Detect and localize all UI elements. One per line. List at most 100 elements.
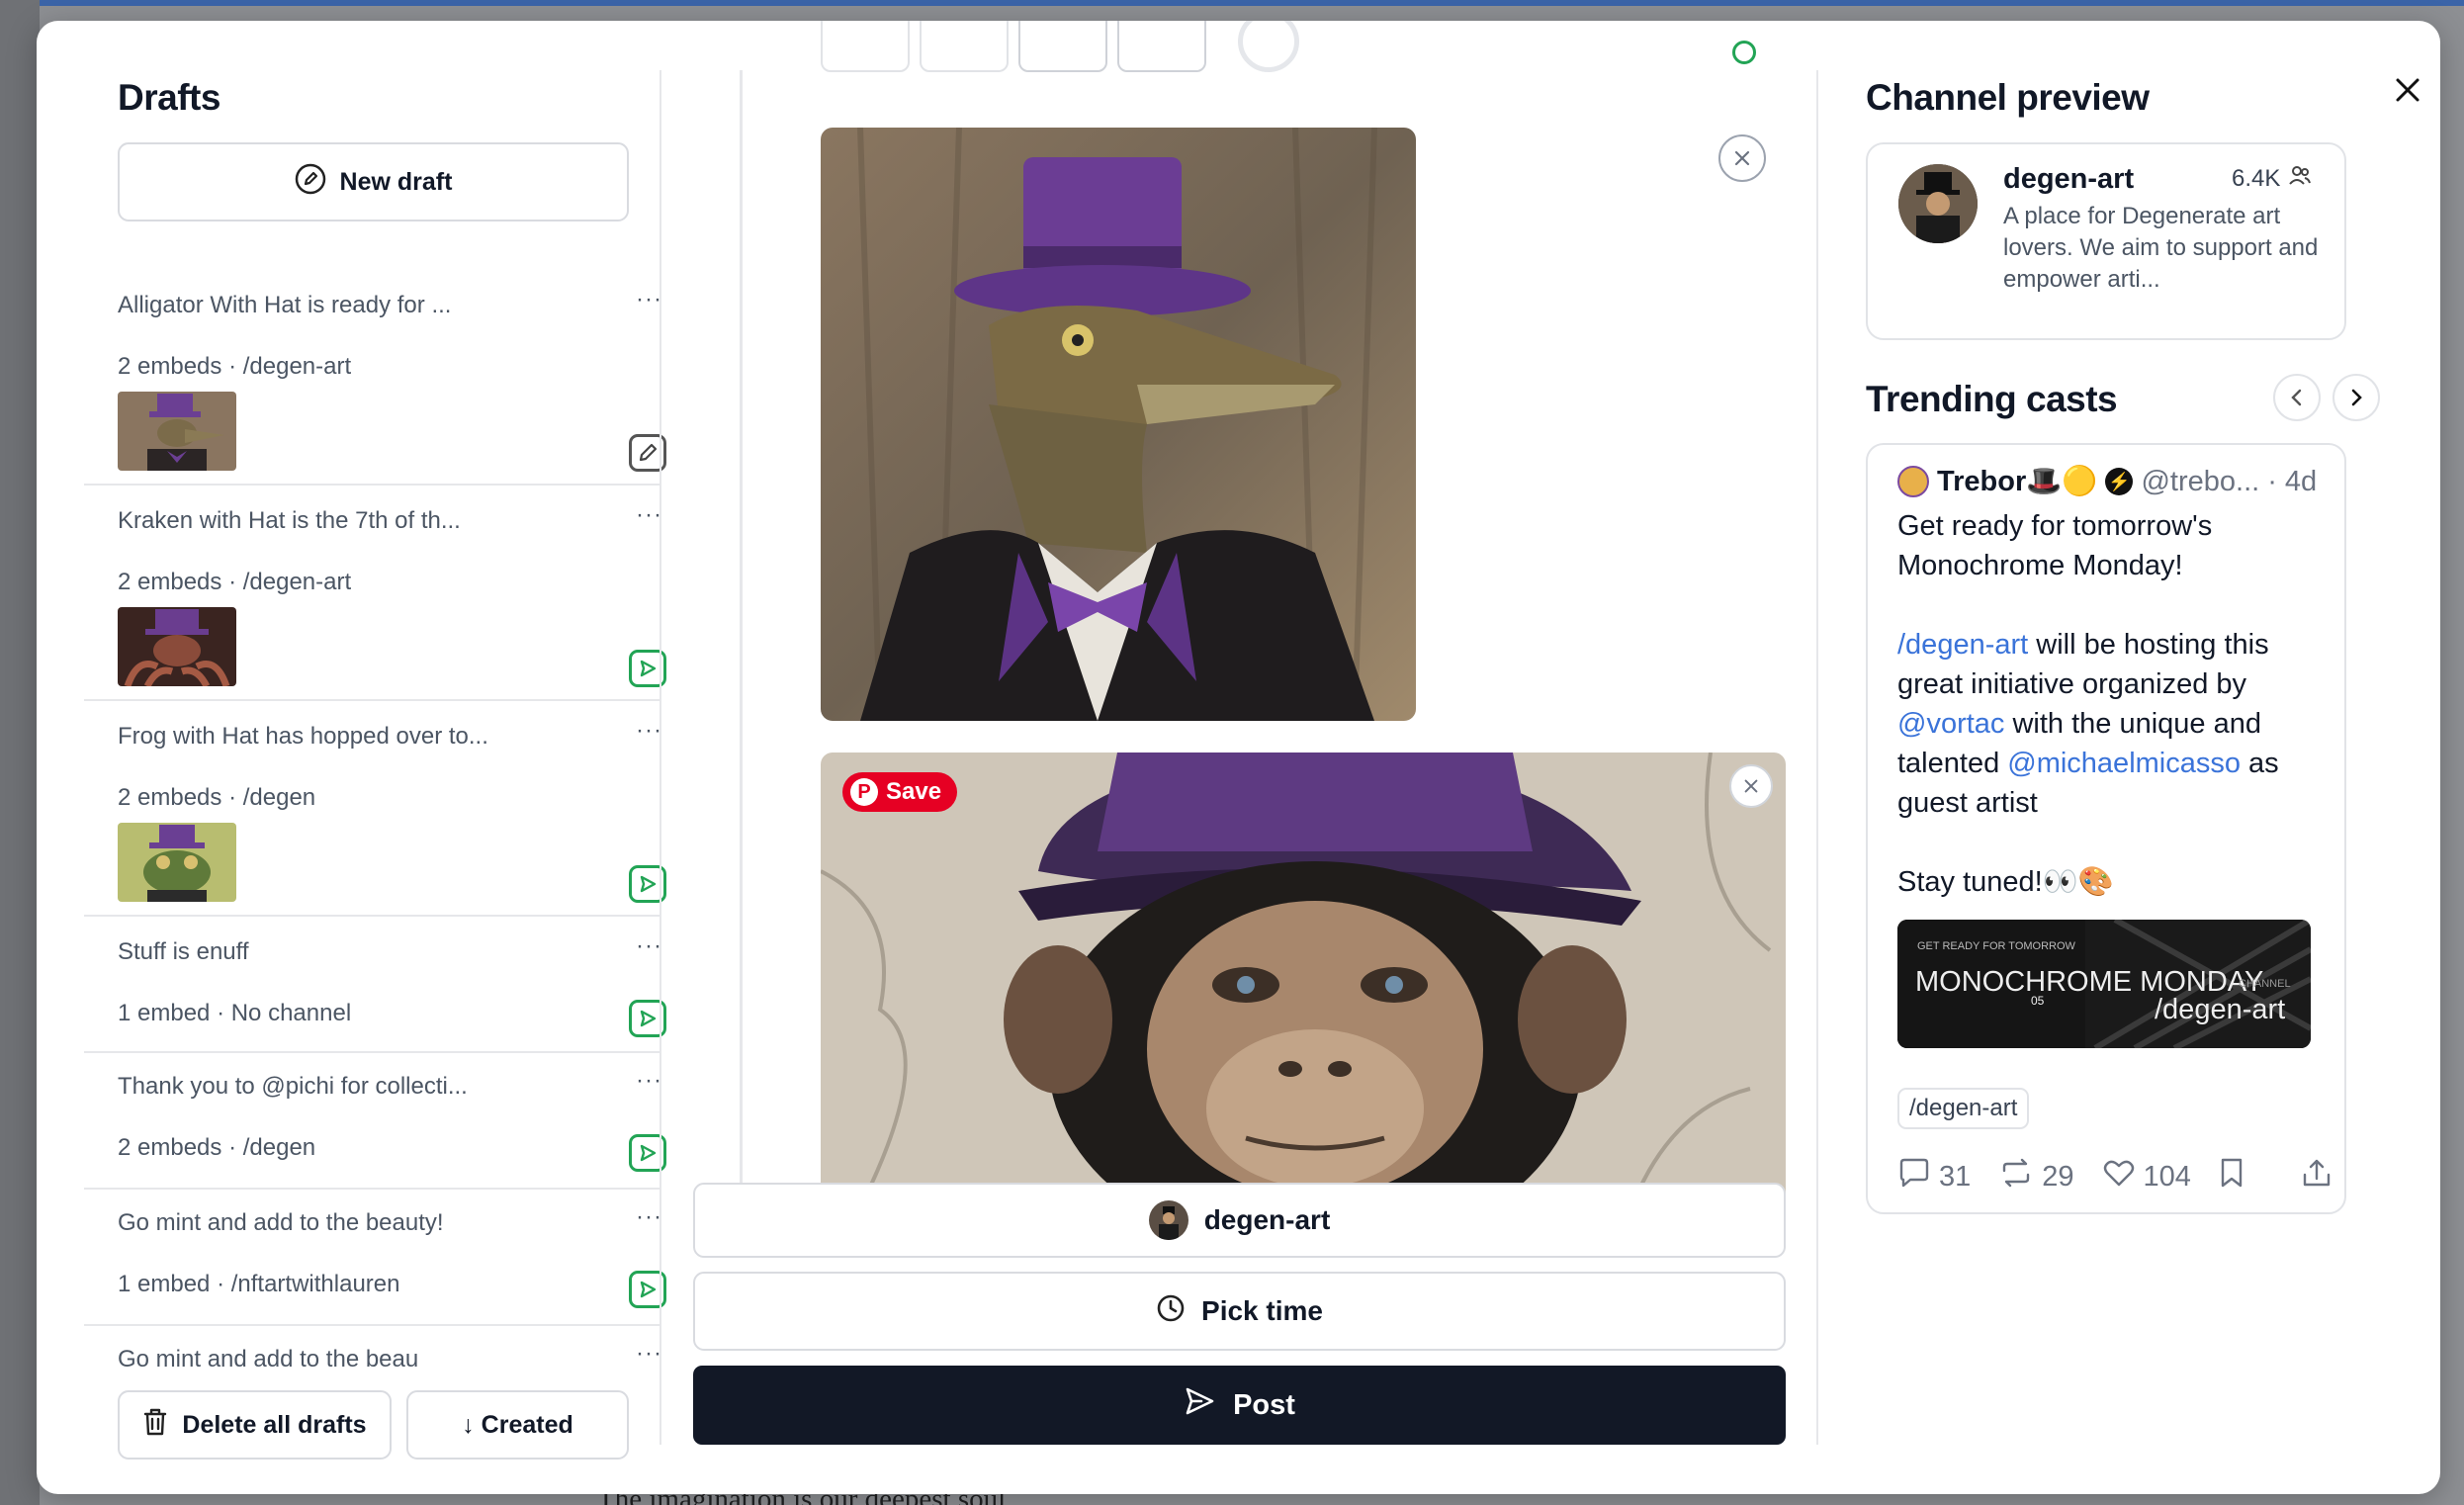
cast-header: Trebor🎩🟡 ⚡ @trebo... · 4d bbox=[1897, 465, 2317, 498]
members-icon bbox=[2288, 164, 2312, 193]
draft-meta: 2 embeds · /degen-art bbox=[118, 353, 352, 380]
drafts-modal: Drafts New draft Alligator With Hat is r… bbox=[37, 21, 2440, 1494]
pinterest-save-button[interactable]: P Save bbox=[842, 772, 958, 812]
clock-icon bbox=[1156, 1293, 1186, 1330]
cast-image[interactable]: GET READY FOR TOMORROW MONOCHROME MONDAY… bbox=[1897, 920, 2311, 1048]
new-draft-button[interactable]: New draft bbox=[118, 142, 629, 221]
draft-title: Stuff is enuff bbox=[118, 938, 249, 965]
sort-label: ↓ Created bbox=[462, 1410, 573, 1439]
cast-handle: @trebo... bbox=[2141, 465, 2260, 497]
close-icon[interactable] bbox=[2386, 68, 2429, 112]
remove-embed-icon[interactable] bbox=[1729, 764, 1773, 808]
more-options-icon[interactable]: ··· bbox=[636, 286, 662, 313]
cast-channel-tag[interactable]: /degen-art bbox=[1897, 1088, 2030, 1129]
more-options-icon[interactable]: ··· bbox=[636, 1203, 662, 1231]
cast-paragraph: /degen-art will be hosting this great in… bbox=[1897, 625, 2332, 823]
pinterest-save-label: Save bbox=[886, 778, 942, 805]
draft-item[interactable]: Go mint and add to the beauty! ··· 1 emb… bbox=[84, 1190, 666, 1326]
drafts-divider bbox=[660, 70, 661, 1445]
post-button[interactable]: Post bbox=[693, 1366, 1786, 1445]
draft-title: Kraken with Hat is the 7th of th... bbox=[118, 507, 461, 534]
channel-preview-card[interactable]: degen-art 6.4K A place for Degenerate ar… bbox=[1866, 142, 2346, 340]
sort-created-button[interactable]: ↓ Created bbox=[406, 1390, 629, 1460]
channel-preview-title: Channel preview bbox=[1866, 77, 2150, 118]
draft-title: Alligator With Hat is ready for ... bbox=[118, 292, 452, 318]
more-options-icon[interactable]: ··· bbox=[636, 1340, 662, 1368]
delete-all-label: Delete all drafts bbox=[182, 1410, 367, 1439]
draft-item[interactable]: Stuff is enuff ··· 1 embed · No channel bbox=[84, 917, 666, 1053]
heart-icon bbox=[2102, 1158, 2136, 1195]
share-button[interactable] bbox=[2301, 1157, 2332, 1196]
draft-meta: 2 embeds · /degen bbox=[118, 784, 316, 811]
more-options-icon[interactable]: ··· bbox=[636, 501, 662, 529]
draft-item[interactable]: Kraken with Hat is the 7th of th... ··· … bbox=[84, 486, 666, 701]
chevron-right-icon[interactable] bbox=[2332, 374, 2380, 421]
cast-mention[interactable]: @michaelmicasso bbox=[2007, 748, 2241, 779]
trash-icon bbox=[142, 1407, 168, 1444]
bookmark-button[interactable] bbox=[2219, 1157, 2244, 1196]
member-count: 6.4K bbox=[2232, 164, 2312, 193]
draft-title: Thank you to @pichi for collecti... bbox=[118, 1073, 468, 1100]
trending-cast-card[interactable]: Trebor🎩🟡 ⚡ @trebo... · 4d Get ready for … bbox=[1866, 443, 2346, 1214]
pencil-icon bbox=[295, 163, 326, 202]
cast-body: Get ready for tomorrow's Monochrome Mond… bbox=[1897, 506, 2332, 902]
draft-meta: 1 embed · No channel bbox=[118, 1000, 352, 1026]
draft-title: Frog with Hat has hopped over to... bbox=[118, 723, 488, 750]
channel-name: degen-art bbox=[2003, 163, 2135, 195]
reply-button[interactable]: 31 bbox=[1897, 1157, 1971, 1196]
cast-actions: 31 29 104 bbox=[1897, 1155, 2332, 1198]
recast-icon bbox=[1998, 1157, 2034, 1196]
cast-mention[interactable]: @vortac bbox=[1897, 708, 2004, 740]
cast-author: Trebor🎩🟡 bbox=[1937, 466, 2098, 497]
trending-casts-title: Trending casts bbox=[1866, 379, 2118, 419]
embed-image-chimp bbox=[821, 752, 1786, 1207]
channel-select-label: degen-art bbox=[1203, 1204, 1331, 1235]
more-options-icon[interactable]: ··· bbox=[636, 1067, 662, 1095]
draft-item[interactable]: Thank you to @pichi for collecti... ··· … bbox=[84, 1053, 666, 1190]
editor-line bbox=[740, 70, 743, 1207]
draft-item[interactable]: Alligator With Hat is ready for ... ··· … bbox=[84, 268, 666, 486]
post-label: Post bbox=[1233, 1388, 1295, 1421]
pick-time-label: Pick time bbox=[1201, 1295, 1323, 1326]
member-count-value: 6.4K bbox=[2232, 164, 2281, 192]
draft-item[interactable]: Go mint and add to the beau ··· bbox=[84, 1326, 662, 1395]
recast-button[interactable]: 29 bbox=[1998, 1157, 2074, 1196]
info-icon[interactable] bbox=[1117, 21, 1206, 72]
status-check-icon bbox=[1732, 41, 1756, 64]
reply-count: 31 bbox=[1939, 1160, 1972, 1193]
like-count: 104 bbox=[2143, 1160, 2191, 1193]
image-upload-icon[interactable] bbox=[821, 21, 910, 72]
draft-title: Go mint and add to the beau bbox=[118, 1346, 419, 1372]
draft-thumbnail bbox=[118, 823, 236, 902]
draft-thumbnail bbox=[118, 607, 236, 686]
cast-image-channel: /degen-art bbox=[2155, 994, 2285, 1025]
delete-all-drafts-button[interactable]: Delete all drafts bbox=[118, 1390, 392, 1460]
bookmark-icon bbox=[2219, 1157, 2244, 1196]
remove-embed-icon[interactable] bbox=[1718, 134, 1766, 182]
drafts-title: Drafts bbox=[118, 77, 220, 118]
char-counter-icon bbox=[1238, 21, 1299, 72]
cast-channel-link[interactable]: /degen-art bbox=[1897, 629, 2028, 661]
pinterest-icon: P bbox=[850, 778, 878, 806]
gif-icon[interactable] bbox=[920, 21, 1009, 72]
draft-meta: 2 embeds · /degen bbox=[118, 1134, 316, 1161]
draft-thumbnail bbox=[118, 392, 236, 471]
power-badge-icon: ⚡ bbox=[2105, 468, 2134, 495]
draft-meta: 1 embed · /nftartwithlauren bbox=[118, 1271, 400, 1297]
more-options-icon[interactable]: ··· bbox=[636, 717, 662, 745]
channel-description: A place for Degenerate art lovers. We ai… bbox=[2003, 203, 2319, 293]
background-topbar bbox=[0, 0, 2464, 6]
comment-icon bbox=[1897, 1157, 1931, 1196]
send-icon bbox=[1184, 1386, 1215, 1424]
cast-image-sup: 05 bbox=[2031, 994, 2045, 1008]
pick-time-button[interactable]: Pick time bbox=[693, 1272, 1786, 1351]
channel-avatar-icon bbox=[1148, 1200, 1188, 1240]
cast-image-channel-tag: CHANNEL bbox=[2239, 978, 2291, 990]
like-button[interactable]: 104 bbox=[2102, 1158, 2191, 1195]
more-options-icon[interactable]: ··· bbox=[636, 932, 662, 960]
channel-select-button[interactable]: degen-art bbox=[693, 1183, 1786, 1258]
embed-image-alligator bbox=[821, 128, 1416, 721]
chevron-left-icon[interactable] bbox=[2273, 374, 2321, 421]
draft-item[interactable]: Frog with Hat has hopped over to... ··· … bbox=[84, 701, 666, 917]
emoji-icon[interactable] bbox=[1018, 21, 1107, 72]
